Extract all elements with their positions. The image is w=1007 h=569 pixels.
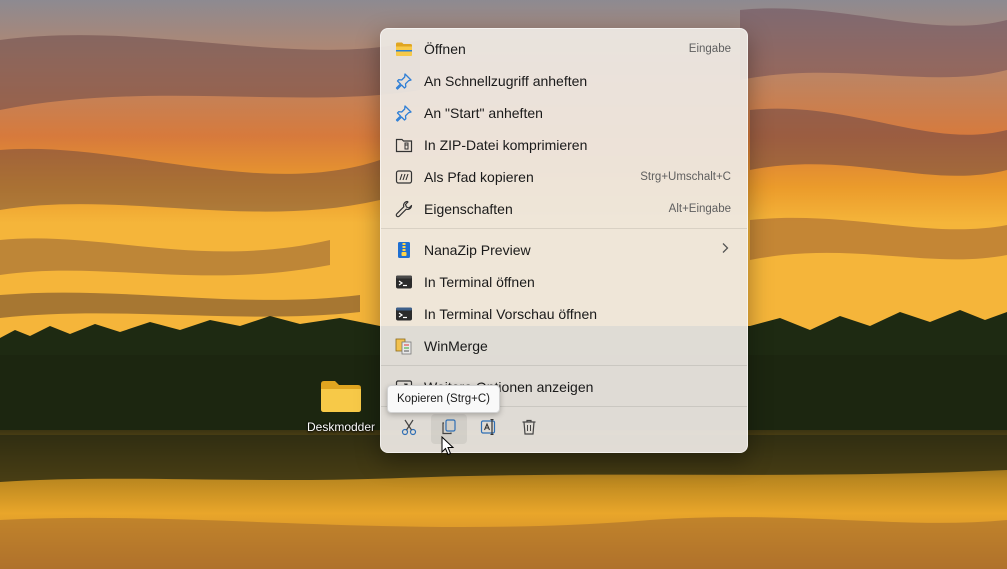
rename-button[interactable] xyxy=(471,414,507,444)
menu-item-label: Öffnen xyxy=(424,41,466,57)
menu-item-nanazip[interactable]: NanaZip Preview xyxy=(387,235,741,265)
menu-item-shortcut: Eingabe xyxy=(688,43,731,55)
menu-item-copy-as-path[interactable]: Als Pfad kopieren Strg+Umschalt+C xyxy=(387,162,741,192)
menu-item-open-terminal-preview[interactable]: In Terminal Vorschau öffnen xyxy=(387,299,741,329)
terminal-icon xyxy=(395,273,413,291)
chevron-right-icon xyxy=(721,241,729,259)
winmerge-icon xyxy=(395,337,413,355)
folder-icon xyxy=(395,40,413,58)
folder-icon xyxy=(321,381,361,412)
menu-item-label: In ZIP-Datei komprimieren xyxy=(424,137,588,153)
menu-item-label: NanaZip Preview xyxy=(424,242,531,258)
cut-button[interactable] xyxy=(391,414,427,444)
menu-separator xyxy=(381,365,747,366)
delete-button[interactable] xyxy=(511,414,547,444)
menu-item-label: An "Start" anheften xyxy=(424,105,543,121)
delete-icon xyxy=(520,418,538,441)
menu-item-label: WinMerge xyxy=(424,338,488,354)
rename-icon xyxy=(480,418,498,441)
menu-separator xyxy=(381,228,747,229)
menu-item-open[interactable]: Öffnen Eingabe xyxy=(387,34,741,64)
cut-icon xyxy=(400,418,418,441)
menu-item-open-terminal[interactable]: In Terminal öffnen xyxy=(387,267,741,297)
nanazip-icon xyxy=(395,241,413,259)
zip-icon xyxy=(395,136,413,154)
mouse-cursor-icon xyxy=(441,436,455,456)
menu-item-pin-start[interactable]: An "Start" anheften xyxy=(387,98,741,128)
desktop-icon-label: Deskmodder xyxy=(306,420,376,434)
menu-item-label: In Terminal öffnen xyxy=(424,274,535,290)
menu-item-winmerge[interactable]: WinMerge xyxy=(387,331,741,361)
terminal-preview-icon xyxy=(395,305,413,323)
menu-item-label: In Terminal Vorschau öffnen xyxy=(424,306,598,322)
pin-icon xyxy=(395,72,413,90)
menu-item-label: An Schnellzugriff anheften xyxy=(424,73,588,89)
menu-item-pin-quick-access[interactable]: An Schnellzugriff anheften xyxy=(387,66,741,96)
menu-item-label: Eigenschaften xyxy=(424,201,513,217)
menu-item-shortcut: Strg+Umschalt+C xyxy=(640,171,731,183)
menu-item-shortcut: Alt+Eingabe xyxy=(668,203,731,215)
copy-path-icon xyxy=(395,168,413,186)
menu-item-properties[interactable]: Eigenschaften Alt+Eingabe xyxy=(387,194,741,224)
desktop-folder-icon[interactable]: Deskmodder xyxy=(303,374,379,446)
copy-tooltip: Kopieren (Strg+C) xyxy=(387,385,500,413)
pin-icon xyxy=(395,104,413,122)
wrench-icon xyxy=(395,200,413,218)
menu-item-label: Als Pfad kopieren xyxy=(424,169,534,185)
menu-item-compress-zip[interactable]: In ZIP-Datei komprimieren xyxy=(387,130,741,160)
